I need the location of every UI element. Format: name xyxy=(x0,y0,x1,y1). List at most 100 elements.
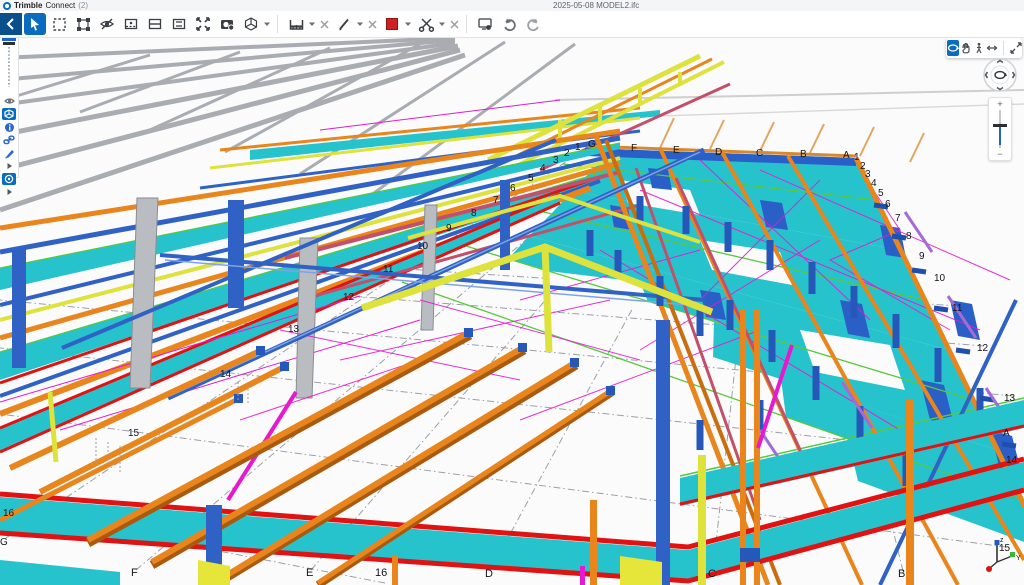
svg-text:9: 9 xyxy=(446,223,452,234)
main-toolbar xyxy=(0,11,1024,38)
toolbar-separator-2 xyxy=(466,15,467,33)
markup-close-icon[interactable] xyxy=(365,13,379,35)
color-swatch-caret[interactable] xyxy=(403,13,413,35)
measure-close-icon[interactable] xyxy=(317,13,331,35)
measure-tool[interactable] xyxy=(285,13,307,35)
zoom-in-label[interactable]: + xyxy=(989,99,1011,109)
viewport-3d[interactable]: z Y GFEDCBA12345678910111213A14151234567… xyxy=(0,0,1024,585)
markup-caret[interactable] xyxy=(355,13,365,35)
svg-text:G: G xyxy=(0,537,8,548)
pan-button[interactable] xyxy=(960,40,972,56)
zoom-slider[interactable]: + − xyxy=(988,97,1012,161)
svg-text:3: 3 xyxy=(553,155,559,166)
marquee-select-tool[interactable] xyxy=(48,13,70,35)
svg-text:13: 13 xyxy=(288,324,300,335)
info-icon[interactable] xyxy=(2,121,16,133)
svg-text:15: 15 xyxy=(999,543,1011,554)
fit-view-tool[interactable] xyxy=(192,13,214,35)
zoom-handle[interactable] xyxy=(993,124,1007,127)
expand-right-icon[interactable] xyxy=(2,160,16,172)
color-swatch-tool[interactable] xyxy=(381,13,403,35)
clip-caret[interactable] xyxy=(437,13,447,35)
svg-text:F: F xyxy=(131,567,138,579)
svg-text:6: 6 xyxy=(510,183,516,194)
svg-text:14: 14 xyxy=(1006,455,1018,466)
svg-text:12: 12 xyxy=(977,343,989,354)
svg-text:10: 10 xyxy=(417,241,429,252)
model-filename: 2025-05-08 MODEL2.ifc xyxy=(553,1,639,10)
svg-text:10: 10 xyxy=(934,273,946,284)
undo-button[interactable] xyxy=(498,13,520,35)
measure-caret[interactable] xyxy=(307,13,317,35)
svg-text:16: 16 xyxy=(3,508,15,519)
svg-text:4: 4 xyxy=(540,163,546,174)
svg-text:Y: Y xyxy=(1016,555,1021,562)
clip-tool[interactable] xyxy=(415,13,437,35)
nav-wheel[interactable] xyxy=(983,58,1017,92)
walk-button[interactable] xyxy=(973,40,985,56)
svg-text:6: 6 xyxy=(885,199,891,210)
explode-slider[interactable] xyxy=(0,37,18,89)
app-brand: Trimble Connect (2) xyxy=(3,1,88,10)
view-cube-caret[interactable] xyxy=(262,13,272,35)
svg-text:E: E xyxy=(306,567,313,579)
svg-text:F: F xyxy=(631,143,637,154)
paint-icon[interactable] xyxy=(2,147,16,159)
svg-text:D: D xyxy=(485,568,493,580)
select-tool[interactable] xyxy=(24,13,46,35)
svg-text:E: E xyxy=(673,145,680,156)
brand-name: Trimble xyxy=(14,1,42,10)
markup-tool[interactable] xyxy=(333,13,355,35)
back-button[interactable] xyxy=(0,13,22,35)
toolbar-separator xyxy=(277,15,278,33)
slice-tool[interactable] xyxy=(168,13,190,35)
clipbox-tool[interactable] xyxy=(120,13,142,35)
transform-select-tool[interactable] xyxy=(72,13,94,35)
orbit-button[interactable] xyxy=(947,40,959,56)
clip-close-icon[interactable] xyxy=(447,13,461,35)
svg-text:2: 2 xyxy=(564,148,570,159)
section-tool[interactable] xyxy=(144,13,166,35)
trimble-logo-icon xyxy=(3,2,11,10)
svg-text:7: 7 xyxy=(493,195,499,206)
free-move-button[interactable] xyxy=(986,40,998,56)
svg-text:7: 7 xyxy=(895,213,901,224)
render-settings-tool[interactable] xyxy=(216,13,238,35)
zoom-out-label[interactable]: − xyxy=(989,149,1011,159)
svg-text:G: G xyxy=(588,139,596,150)
hide-tool[interactable] xyxy=(96,13,118,35)
svg-text:8: 8 xyxy=(471,208,477,219)
svg-text:A: A xyxy=(1003,428,1010,439)
svg-text:9: 9 xyxy=(919,251,925,262)
expand-right-icon-2[interactable] xyxy=(2,186,16,198)
svg-text:5: 5 xyxy=(878,188,884,199)
viewbar-separator xyxy=(1003,41,1004,55)
view-cube-tool[interactable] xyxy=(240,13,262,35)
link-icon[interactable] xyxy=(2,134,16,146)
svg-text:C: C xyxy=(708,568,716,580)
svg-text:1: 1 xyxy=(575,142,581,153)
window-count: (2) xyxy=(78,1,88,10)
svg-text:A: A xyxy=(843,150,850,161)
svg-text:11: 11 xyxy=(952,303,963,314)
svg-text:14: 14 xyxy=(220,369,232,380)
brand-product: Connect xyxy=(45,1,75,10)
zoom-fill xyxy=(999,125,1001,145)
view-controls xyxy=(946,38,1022,58)
svg-text:B: B xyxy=(898,568,905,580)
svg-text:16: 16 xyxy=(375,567,387,579)
fullscreen-button[interactable] xyxy=(1010,40,1022,56)
left-sidebar xyxy=(0,37,19,178)
svg-text:B: B xyxy=(800,149,807,160)
svg-text:5: 5 xyxy=(528,173,534,184)
ghost-mode-icon[interactable] xyxy=(2,95,16,107)
svg-text:13: 13 xyxy=(1004,393,1016,404)
svg-text:4: 4 xyxy=(871,178,877,189)
cube-icon[interactable] xyxy=(2,173,16,185)
snapshot-settings-tool[interactable] xyxy=(474,13,496,35)
svg-text:8: 8 xyxy=(906,231,912,242)
models-icon[interactable] xyxy=(2,108,16,120)
redo-button[interactable] xyxy=(522,13,544,35)
svg-text:C: C xyxy=(756,148,763,159)
svg-text:D: D xyxy=(715,147,722,158)
